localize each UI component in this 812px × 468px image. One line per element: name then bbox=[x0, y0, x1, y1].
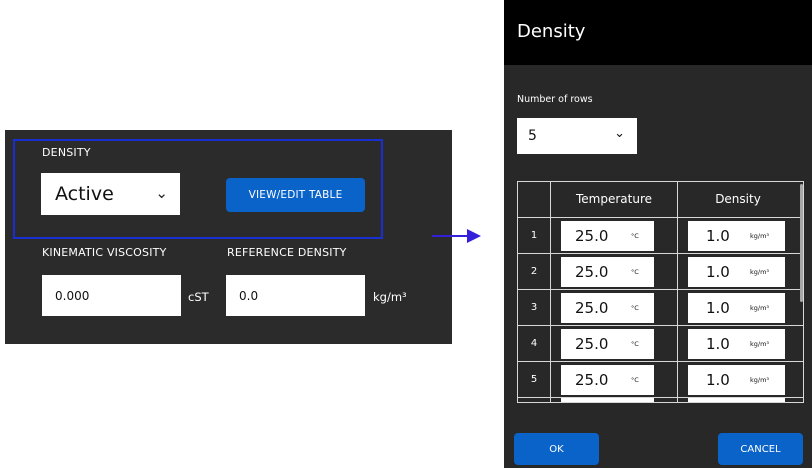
view-edit-table-button[interactable]: VIEW/EDIT TABLE bbox=[226, 178, 365, 212]
kinematic-viscosity-unit: cST bbox=[188, 290, 209, 304]
density-input-partial-shade bbox=[688, 402, 750, 403]
arrow-head-icon bbox=[467, 229, 481, 243]
kinematic-viscosity-label: KINEMATIC VISCOSITY bbox=[42, 246, 167, 259]
density-unit: kg/m³ bbox=[750, 340, 770, 348]
temperature-unit: °C bbox=[631, 232, 639, 240]
density-input[interactable]: 1.0 kg/m³ bbox=[688, 221, 785, 251]
table-row-partial bbox=[518, 398, 803, 403]
temperature-value: 25.0 bbox=[575, 227, 609, 245]
density-table: Temperature Density 1 25.0 °C 1.0 kg/m³ … bbox=[517, 181, 804, 403]
temperature-value: 25.0 bbox=[575, 299, 609, 317]
temperature-unit: °C bbox=[631, 340, 639, 348]
table-row: 2 25.0 °C 1.0 kg/m³ bbox=[518, 254, 803, 290]
temperature-value: 25.0 bbox=[575, 263, 609, 281]
number-of-rows-label: Number of rows bbox=[517, 94, 593, 105]
density-column-header: Density bbox=[715, 192, 761, 206]
density-table-dialog: Density Number of rows 5 ⌄ Temperature D… bbox=[504, 0, 812, 468]
chevron-down-icon: ⌄ bbox=[614, 126, 625, 141]
density-value: 1.0 bbox=[706, 227, 730, 245]
reference-density-input[interactable]: 0.0 bbox=[226, 275, 365, 316]
dialog-header: Density bbox=[504, 0, 812, 65]
temperature-unit: °C bbox=[631, 376, 639, 384]
reference-density-unit: kg/m³ bbox=[373, 290, 407, 304]
density-settings-panel: DENSITY Active ⌄ VIEW/EDIT TABLE KINEMAT… bbox=[5, 130, 452, 344]
density-value: 1.0 bbox=[706, 335, 730, 353]
temperature-input[interactable]: 25.0 °C bbox=[561, 329, 654, 359]
row-index: 2 bbox=[530, 266, 538, 277]
temperature-unit: °C bbox=[631, 304, 639, 312]
density-mode-value: Active bbox=[55, 183, 114, 205]
table-row: 5 25.0 °C 1.0 kg/m³ bbox=[518, 362, 803, 398]
density-input[interactable]: 1.0 kg/m³ bbox=[688, 257, 785, 287]
density-unit: kg/m³ bbox=[750, 376, 770, 384]
table-scrollbar[interactable] bbox=[800, 184, 803, 302]
cancel-button[interactable]: CANCEL bbox=[718, 433, 803, 465]
number-of-rows-value: 5 bbox=[528, 128, 537, 144]
row-index: 1 bbox=[530, 230, 538, 241]
temperature-input[interactable]: 25.0 °C bbox=[561, 221, 654, 251]
temperature-value: 25.0 bbox=[575, 371, 609, 389]
row-index: 3 bbox=[530, 302, 538, 313]
density-value: 1.0 bbox=[706, 371, 730, 389]
temperature-value: 25.0 bbox=[575, 335, 609, 353]
temperature-unit: °C bbox=[631, 268, 639, 276]
temperature-input-partial-shade bbox=[561, 402, 621, 403]
density-input[interactable]: 1.0 kg/m³ bbox=[688, 365, 785, 395]
chevron-down-icon: ⌄ bbox=[155, 184, 168, 202]
density-value: 1.0 bbox=[706, 299, 730, 317]
density-unit: kg/m³ bbox=[750, 304, 770, 312]
table-row: 3 25.0 °C 1.0 kg/m³ bbox=[518, 290, 803, 326]
kinematic-viscosity-input[interactable]: 0.000 bbox=[42, 275, 181, 316]
temperature-input[interactable]: 25.0 °C bbox=[561, 293, 654, 323]
row-index: 4 bbox=[530, 338, 538, 349]
density-input[interactable]: 1.0 kg/m³ bbox=[688, 293, 785, 323]
density-unit: kg/m³ bbox=[750, 268, 770, 276]
number-of-rows-select[interactable]: 5 ⌄ bbox=[517, 118, 637, 154]
arrow-right-icon bbox=[432, 235, 470, 237]
density-input[interactable]: 1.0 kg/m³ bbox=[688, 329, 785, 359]
table-row: 4 25.0 °C 1.0 kg/m³ bbox=[518, 326, 803, 362]
row-index: 5 bbox=[530, 374, 538, 385]
table-row: 1 25.0 °C 1.0 kg/m³ bbox=[518, 218, 803, 254]
dialog-title: Density bbox=[517, 21, 586, 42]
density-unit: kg/m³ bbox=[750, 232, 770, 240]
density-input-partial bbox=[688, 398, 785, 402]
density-label: DENSITY bbox=[42, 146, 91, 159]
temperature-column-header: Temperature bbox=[575, 192, 652, 206]
temperature-input[interactable]: 25.0 °C bbox=[561, 257, 654, 287]
temperature-input[interactable]: 25.0 °C bbox=[561, 365, 654, 395]
density-mode-select[interactable]: Active ⌄ bbox=[41, 173, 180, 215]
density-value: 1.0 bbox=[706, 263, 730, 281]
ok-button[interactable]: OK bbox=[514, 433, 599, 465]
reference-density-label: REFERENCE DENSITY bbox=[227, 246, 347, 259]
temperature-input-partial bbox=[561, 398, 654, 402]
